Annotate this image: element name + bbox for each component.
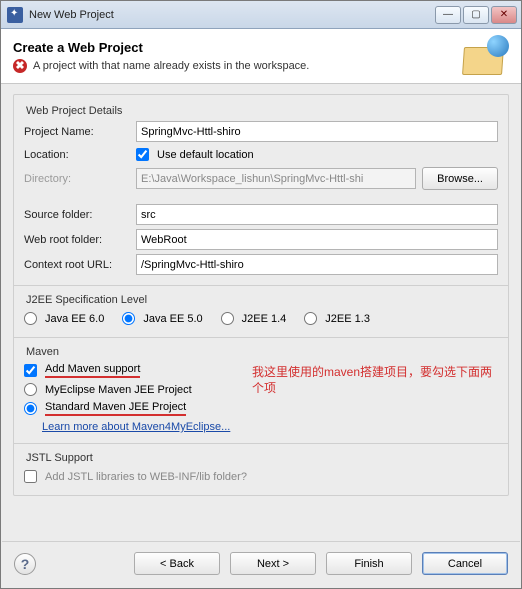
j2ee-option-0[interactable]: Java EE 6.0 — [24, 310, 104, 327]
banner: Create a Web Project ✖ A project with th… — [1, 29, 521, 84]
window-title: New Web Project — [29, 9, 435, 21]
finish-button[interactable]: Finish — [326, 552, 412, 575]
back-button[interactable]: < Back — [134, 552, 220, 575]
context-url-input[interactable] — [136, 254, 498, 275]
context-url-label: Context root URL: — [24, 259, 130, 271]
learn-more-link[interactable]: Learn more about Maven4MyEclipse... — [42, 421, 230, 433]
main-group: Web Project Details Project Name: Locati… — [13, 94, 509, 496]
project-name-input[interactable] — [136, 121, 498, 142]
j2ee-option-3[interactable]: J2EE 1.3 — [304, 310, 370, 327]
j2ee-section-label: J2EE Specification Level — [26, 294, 498, 306]
j2ee-option-1[interactable]: Java EE 5.0 — [122, 310, 202, 327]
add-jstl-checkbox[interactable]: Add JSTL libraries to WEB-INF/lib folder… — [24, 468, 498, 485]
dialog-window: New Web Project — ▢ ✕ Create a Web Proje… — [0, 0, 522, 589]
j2ee-options: Java EE 6.0 Java EE 5.0 J2EE 1.4 J2EE 1.… — [24, 310, 498, 327]
web-root-input[interactable] — [136, 229, 498, 250]
source-folder-input[interactable] — [136, 204, 498, 225]
jstl-section-label: JSTL Support — [26, 452, 498, 464]
banner-title: Create a Web Project — [13, 40, 449, 55]
project-name-label: Project Name: — [24, 126, 130, 138]
banner-error-text: A project with that name already exists … — [33, 60, 309, 72]
cancel-button[interactable]: Cancel — [422, 552, 508, 575]
use-default-location-checkbox[interactable]: Use default location — [136, 146, 254, 163]
maximize-button[interactable]: ▢ — [463, 6, 489, 24]
maven-proj-option-1[interactable]: Standard Maven JEE Project — [24, 400, 498, 417]
titlebar[interactable]: New Web Project — ▢ ✕ — [1, 1, 521, 29]
app-icon — [7, 7, 23, 23]
annotation-text: 我这里使用的maven搭建项目，要勾选下面两个项 — [252, 365, 497, 396]
error-icon: ✖ — [13, 59, 27, 73]
wizard-image — [459, 37, 509, 75]
next-button[interactable]: Next > — [230, 552, 316, 575]
web-root-label: Web root folder: — [24, 234, 130, 246]
minimize-button[interactable]: — — [435, 6, 461, 24]
maven-section-label: Maven — [26, 346, 498, 358]
directory-label: Directory: — [24, 173, 130, 185]
browse-button[interactable]: Browse... — [422, 167, 498, 190]
directory-input — [136, 168, 416, 189]
details-section-label: Web Project Details — [26, 105, 498, 117]
j2ee-option-2[interactable]: J2EE 1.4 — [221, 310, 287, 327]
help-icon[interactable]: ? — [14, 553, 36, 575]
source-folder-label: Source folder: — [24, 209, 130, 221]
location-label: Location: — [24, 149, 130, 161]
close-button[interactable]: ✕ — [491, 6, 517, 24]
